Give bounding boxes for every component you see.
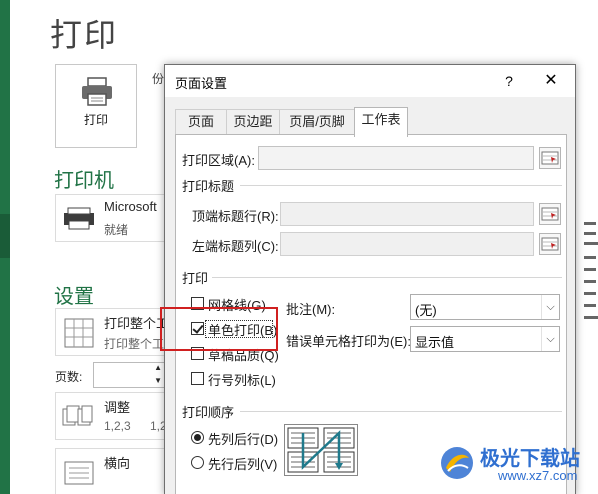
collate-main: 调整 (104, 400, 131, 415)
cols-repeat-collapse-button[interactable] (539, 233, 561, 255)
collate-sub: 1,2,3 (104, 419, 131, 433)
rows-repeat-collapse-button[interactable] (539, 203, 561, 225)
printer-device-icon (64, 207, 94, 230)
comments-label: 批注(M): (286, 302, 336, 317)
orientation-label: 横向 (104, 456, 131, 471)
backstage-nav-strip (0, 0, 10, 494)
range-select-icon (541, 207, 559, 221)
aurora-logo-icon (441, 447, 473, 479)
comments-value: (无) (415, 303, 437, 318)
range-select-icon (541, 237, 559, 251)
pages-label: 页数: (55, 370, 83, 384)
print-area-input[interactable] (258, 146, 534, 170)
tab-header-footer[interactable]: 页眉/页脚 (279, 109, 355, 135)
printer-name: Microsoft (104, 199, 157, 214)
over-then-down-label: 先行后列(V) (208, 457, 278, 472)
backstage-nav-selected (0, 214, 10, 258)
chevron-down-icon[interactable]: ⌵ (541, 295, 559, 319)
rows-repeat-label: 顶端标题行(R): (192, 209, 279, 224)
print-button-label: 打印 (83, 113, 108, 127)
printer-selector[interactable]: Microsoft 就绪 (55, 194, 167, 242)
landscape-page-icon (64, 461, 94, 485)
range-select-icon (541, 151, 559, 165)
cell-errors-label: 错误单元格打印为(E): (286, 334, 411, 349)
print-button[interactable]: 打印 (55, 64, 137, 148)
row-col-headings-checkbox[interactable] (191, 372, 204, 385)
print-group-label: 打印 (182, 271, 209, 286)
pages-input[interactable]: ▲ ▼ (93, 362, 165, 388)
rows-repeat-input[interactable] (280, 202, 534, 226)
printer-icon (82, 77, 112, 106)
watermark-name: 极光下载站 (480, 448, 580, 470)
print-titles-group-label: 打印标题 (182, 179, 235, 194)
printer-section-heading: 打印机 (54, 170, 114, 192)
dialog-title: 页面设置 (175, 76, 228, 91)
tab-page[interactable]: 页面 (175, 109, 227, 135)
comments-select[interactable]: (无) ⌵ (410, 294, 560, 320)
printer-status: 就绪 (104, 223, 129, 237)
collate-selector[interactable]: 调整 1,2,3 1,2 (55, 392, 167, 440)
cell-errors-value: 显示值 (415, 335, 455, 350)
dialog-titlebar[interactable]: 页面设置 ? ✕ (165, 65, 575, 97)
spin-up-icon[interactable]: ▲ (154, 363, 162, 372)
page-order-divider (240, 411, 562, 412)
print-area-label: 打印区域(A): (182, 153, 255, 168)
print-group-divider (212, 277, 562, 278)
help-button[interactable]: ? (497, 70, 521, 92)
backstage-title: 打印 (50, 17, 119, 53)
page-order-diagram-icon (287, 427, 355, 473)
row-col-headings-label: 行号列标(L) (208, 373, 276, 388)
tab-sheet[interactable]: 工作表 (354, 107, 408, 137)
cell-errors-select[interactable]: 显示值 ⌵ (410, 326, 560, 352)
collate-icon (62, 405, 93, 426)
cols-repeat-input[interactable] (280, 232, 534, 256)
settings-section-heading: 设置 (54, 286, 94, 308)
copies-label: 份 (152, 72, 165, 86)
highlight-annotation (160, 307, 278, 351)
down-then-over-radio[interactable] (191, 431, 204, 444)
print-area-collapse-button[interactable] (539, 147, 561, 169)
over-then-down-radio[interactable] (191, 456, 204, 469)
page-order-group-label: 打印顺序 (182, 405, 235, 420)
chevron-down-icon[interactable]: ⌵ (541, 327, 559, 351)
cols-repeat-label: 左端标题列(C): (192, 239, 279, 254)
print-range-sub: 打印整个工 (104, 337, 165, 351)
close-button[interactable]: ✕ (539, 70, 563, 92)
orientation-selector[interactable]: 横向 (55, 448, 167, 494)
print-preview-fragment (576, 210, 598, 330)
watermark-logo: 极光下载站 www.xz7.com (438, 440, 598, 490)
print-titles-divider (240, 185, 562, 186)
sheet-grid-icon (64, 318, 94, 348)
tab-margins[interactable]: 页边距 (226, 109, 280, 135)
print-range-selector[interactable]: 打印整个工 打印整个工 (55, 308, 169, 356)
down-then-over-label: 先列后行(D) (208, 432, 279, 447)
watermark-url: www.xz7.com (498, 468, 578, 483)
spin-down-icon[interactable]: ▼ (154, 376, 162, 385)
page-order-preview (284, 424, 358, 476)
